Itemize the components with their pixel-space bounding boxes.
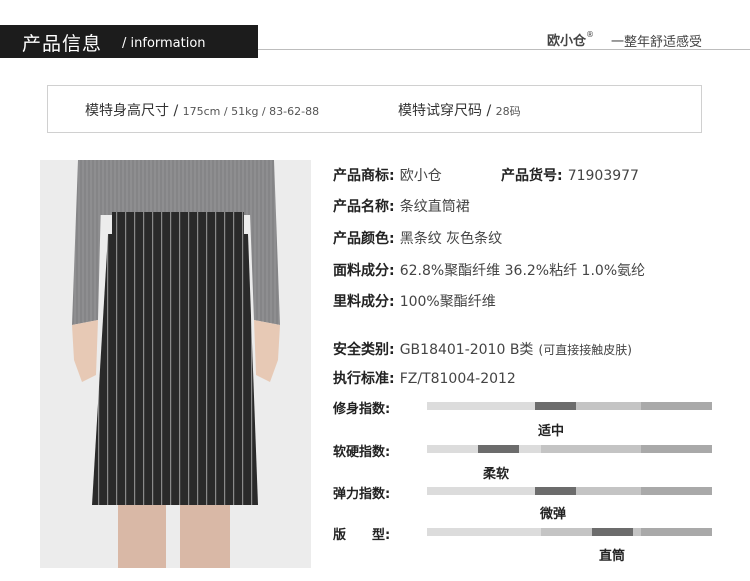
fit-scale-value: 适中 (538, 424, 565, 439)
silhouette-scale-value: 直筒 (599, 549, 626, 564)
standard-value: FZ/T81004-2012 (399, 371, 516, 387)
model-try-size: 模特试穿尺码 / 28码 (398, 100, 521, 120)
safety-row: 安全类别: GB18401-2010 B类 (可直接接触皮肤) (333, 339, 632, 359)
softness-scale-track (427, 445, 712, 453)
fit-scale-label: 修身指数: (333, 402, 391, 417)
skirt-photo-image (40, 160, 311, 568)
fit-scale-marker (535, 402, 576, 410)
model-size-value: 175cm / 51kg / 83-62-88 (182, 105, 320, 118)
elasticity-scale-marker (535, 487, 576, 495)
product-sku-label: 产品货号: (501, 168, 563, 184)
softness-scale-marker (478, 445, 519, 453)
silhouette-scale-track (427, 528, 712, 536)
brand-logo: 欧小仓® (547, 30, 595, 49)
silhouette-scale-marker (592, 528, 633, 536)
silhouette-scale-label: 版 型: (333, 528, 391, 543)
fabric-value: 62.8%聚酯纤维 36.2%粘纤 1.0%氨纶 (399, 263, 646, 279)
product-brand-row: 产品商标: 欧小仓 (333, 165, 442, 185)
model-size-label: 模特身高尺寸 / (85, 103, 179, 119)
elasticity-scale-value: 微弹 (540, 507, 567, 522)
lining-row: 里料成分: 100%聚酯纤维 (333, 291, 496, 311)
product-brand-value: 欧小仓 (399, 168, 442, 184)
lining-label: 里料成分: (333, 294, 395, 310)
product-photo (40, 160, 311, 568)
product-brand-label: 产品商标: (333, 168, 395, 184)
elasticity-scale-label: 弹力指数: (333, 487, 391, 502)
product-color-value: 黑条纹 灰色条纹 (399, 231, 503, 247)
softness-scale-label: 软硬指数: (333, 445, 391, 460)
safety-value: GB18401-2010 B类 (399, 342, 534, 358)
section-subtitle: / information (122, 36, 206, 51)
section-title: 产品信息 (22, 33, 103, 55)
product-sku-value: 71903977 (567, 168, 639, 184)
elasticity-scale-track (427, 487, 712, 495)
safety-note: (可直接接触皮肤) (538, 343, 632, 357)
product-color-row: 产品颜色: 黑条纹 灰色条纹 (333, 228, 502, 248)
product-color-label: 产品颜色: (333, 231, 395, 247)
fabric-row: 面料成分: 62.8%聚酯纤维 36.2%粘纤 1.0%氨纶 (333, 260, 645, 280)
fabric-label: 面料成分: (333, 263, 395, 279)
model-try-value: 28码 (495, 105, 521, 118)
standard-label: 执行标准: (333, 371, 395, 387)
safety-label: 安全类别: (333, 342, 395, 358)
product-name-row: 产品名称: 条纹直筒裙 (333, 196, 470, 216)
registered-mark: ® (586, 30, 595, 39)
model-try-label: 模特试穿尺码 / (398, 103, 492, 119)
model-size: 模特身高尺寸 / 175cm / 51kg / 83-62-88 (85, 100, 319, 120)
product-name-label: 产品名称: (333, 199, 395, 215)
fit-scale-track (427, 402, 712, 410)
product-name-value: 条纹直筒裙 (399, 199, 470, 215)
product-sku-row: 产品货号: 71903977 (501, 165, 639, 185)
standard-row: 执行标准: FZ/T81004-2012 (333, 368, 516, 388)
brand-slogan: 一整年舒适感受 (611, 35, 703, 50)
lining-value: 100%聚酯纤维 (399, 294, 496, 310)
softness-scale-value: 柔软 (483, 467, 510, 482)
